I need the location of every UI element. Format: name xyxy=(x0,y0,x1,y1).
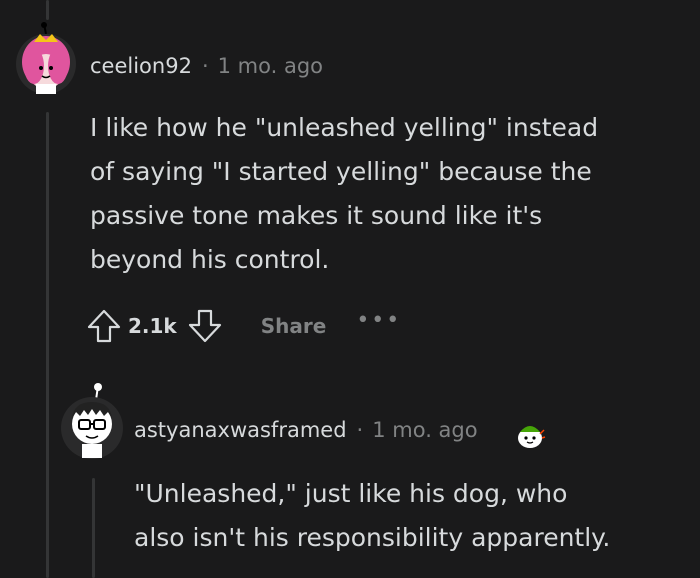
user-avatar[interactable] xyxy=(60,382,124,460)
upvote-icon[interactable] xyxy=(84,306,124,346)
comment-meta: astyanaxwasframed · 1 mo. ago xyxy=(134,418,478,442)
meta-separator: · xyxy=(201,54,209,78)
comment-meta: ceelion92 · 1 mo. ago xyxy=(90,54,323,78)
thread-line-reply[interactable] xyxy=(92,478,95,578)
vote-score: 2.1k xyxy=(128,314,177,338)
award-icon[interactable] xyxy=(514,420,546,450)
username[interactable]: ceelion92 xyxy=(90,54,192,78)
timestamp[interactable]: 1 mo. ago xyxy=(372,418,477,442)
user-avatar-pink-icon xyxy=(16,22,76,94)
username[interactable]: astyanaxwasframed xyxy=(134,418,347,442)
comment-body: "Unleashed," just like his dog, who also… xyxy=(134,479,611,552)
meta-separator: · xyxy=(356,418,364,442)
award-icon-graphic xyxy=(518,426,546,448)
user-avatar[interactable] xyxy=(14,22,78,96)
user-avatar-glasses-icon xyxy=(61,383,123,459)
downvote-icon[interactable] xyxy=(185,306,225,346)
comment-body: I like how he "unleashed yelling" instea… xyxy=(90,113,599,274)
comment-actions: 2.1k Share ••• xyxy=(84,306,401,346)
thread-line-top[interactable] xyxy=(46,0,49,20)
timestamp[interactable]: 1 mo. ago xyxy=(218,54,323,78)
share-button[interactable]: Share xyxy=(261,314,327,338)
more-options-icon[interactable]: ••• xyxy=(356,308,401,333)
thread-line-main[interactable] xyxy=(46,112,49,578)
